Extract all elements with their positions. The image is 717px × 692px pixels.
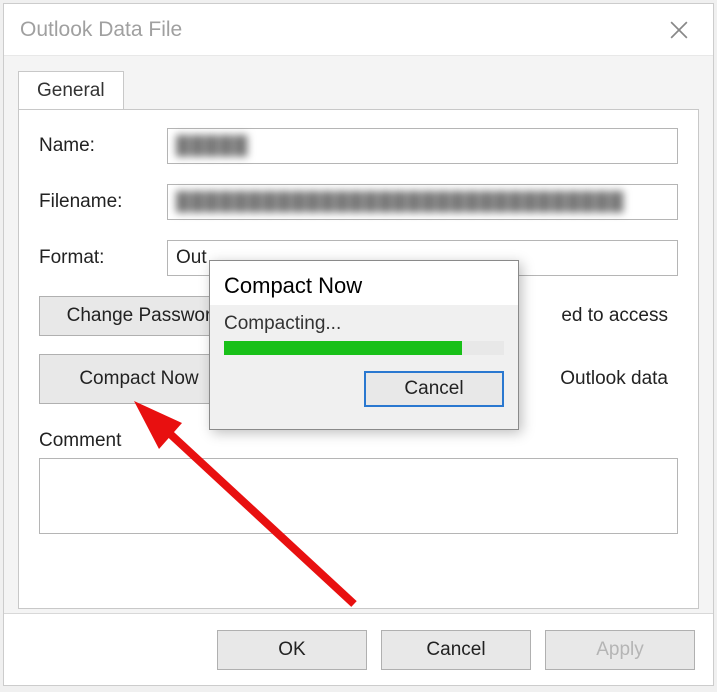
format-label: Format: [39, 247, 167, 269]
cancel-button[interactable]: Cancel [381, 630, 531, 670]
comment-label: Comment [39, 430, 678, 452]
filename-label: Filename: [39, 191, 167, 213]
tab-strip: General [18, 71, 699, 110]
window-title: Outlook Data File [20, 18, 182, 42]
ok-button[interactable]: OK [217, 630, 367, 670]
apply-button: Apply [545, 630, 695, 670]
close-icon [670, 21, 688, 39]
name-input[interactable]: █████ [167, 128, 678, 164]
filename-row: Filename: ██████████████████████████████… [39, 184, 678, 220]
titlebar: Outlook Data File [4, 4, 713, 56]
modal-footer: Cancel [210, 367, 518, 417]
comment-block: Comment [39, 430, 678, 534]
filename-input[interactable]: ███████████████████████████████ [167, 184, 678, 220]
modal-title: Compact Now [210, 261, 518, 305]
modal-status-text: Compacting... [224, 313, 504, 335]
name-label: Name: [39, 135, 167, 157]
filename-value: ███████████████████████████████ [176, 191, 624, 213]
modal-body: Compacting... [210, 305, 518, 367]
compact-now-dialog: Compact Now Compacting... Cancel [209, 260, 519, 430]
dialog-footer: OK Cancel Apply [4, 613, 713, 685]
format-value: Out [176, 247, 207, 269]
name-row: Name: █████ [39, 128, 678, 164]
tab-general[interactable]: General [18, 71, 124, 110]
progress-fill [224, 341, 462, 355]
close-button[interactable] [659, 10, 699, 50]
comment-textarea[interactable] [39, 458, 678, 534]
modal-cancel-button[interactable]: Cancel [364, 371, 504, 407]
outlook-data-file-window: Outlook Data File General Name: █████ Fi… [3, 3, 714, 686]
progress-bar [224, 341, 504, 355]
name-value: █████ [176, 135, 248, 157]
